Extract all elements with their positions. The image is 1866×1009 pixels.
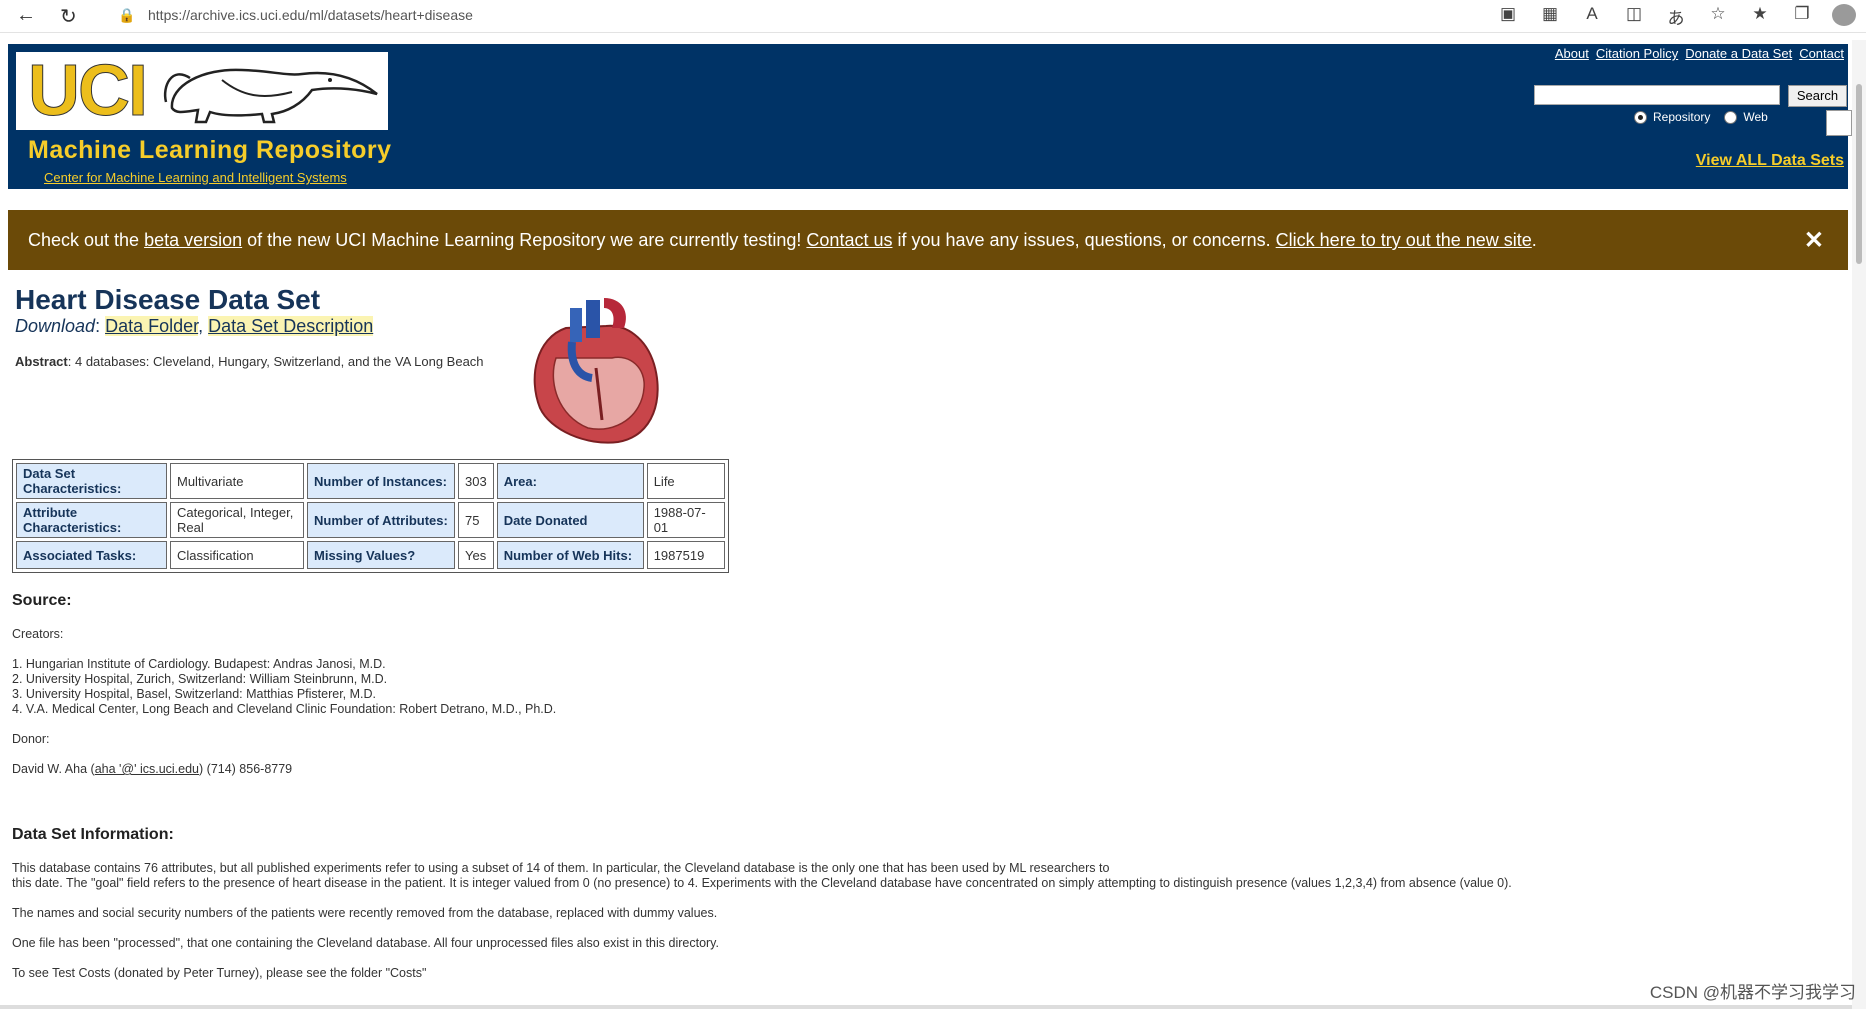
table-value: 303 — [458, 463, 494, 499]
table-value: Classification — [170, 541, 304, 569]
favorites-icon[interactable]: ★ — [1748, 4, 1772, 31]
dataset-characteristics-table: Data Set Characteristics: Multivariate N… — [12, 459, 729, 573]
creator-item: 3. University Hospital, Basel, Switzerla… — [12, 687, 377, 701]
info-paragraph: This database contains 76 attributes, bu… — [12, 861, 1110, 875]
table-value: Categorical, Integer, Real — [170, 502, 304, 538]
abstract-label: Abstract — [15, 354, 68, 369]
table-label: Data Set Characteristics: — [16, 463, 167, 499]
about-link[interactable]: About — [1555, 46, 1589, 61]
source-heading: Source: — [12, 592, 72, 609]
abstract: Abstract: 4 databases: Cleveland, Hungar… — [15, 354, 484, 369]
table-row: Attribute Characteristics: Categorical, … — [16, 502, 725, 538]
banner-text-1: Check out the — [28, 230, 145, 250]
page-title: Heart Disease Data Set — [15, 284, 321, 315]
try-new-site-link[interactable]: Click here to try out the new site — [1276, 230, 1532, 250]
creator-item: 2. University Hospital, Zurich, Switzerl… — [12, 672, 388, 686]
donate-link[interactable]: Donate a Data Set — [1685, 46, 1792, 61]
creator-item: 1. Hungarian Institute of Cardiology. Bu… — [12, 657, 386, 671]
back-icon[interactable]: ← — [16, 4, 36, 27]
donor-name: David W. Aha ( — [12, 762, 95, 776]
scroll-thumb[interactable] — [1856, 84, 1862, 264]
download-sep: : — [95, 316, 106, 336]
banner-text-2: of the new UCI Machine Learning Reposito… — [242, 230, 807, 250]
data-folder-link[interactable]: Data Folder — [105, 316, 199, 336]
donor-email-link[interactable]: aha '@' ics.uci.edu — [95, 762, 199, 776]
url-text[interactable]: https://archive.ics.uci.edu/ml/datasets/… — [148, 7, 473, 23]
data-description-link[interactable]: Data Set Description — [208, 316, 374, 336]
add-favorite-icon[interactable]: ☆ — [1706, 4, 1730, 31]
banner-text: Check out the beta version of the new UC… — [28, 230, 1537, 251]
search-scope: Repository Web — [1634, 110, 1768, 124]
read-aloud-icon[interactable]: A — [1580, 4, 1604, 31]
table-row: Data Set Characteristics: Multivariate N… — [16, 463, 725, 499]
watermark: CSDN @机器不学习我学习 — [1649, 983, 1856, 1002]
table-value: Multivariate — [170, 463, 304, 499]
table-label: Associated Tasks: — [16, 541, 167, 569]
beta-banner: Check out the beta version of the new UC… — [8, 210, 1848, 270]
info-paragraph: One file has been "processed", that one … — [12, 936, 719, 950]
search-button[interactable]: Search — [1788, 85, 1847, 107]
table-label: Attribute Characteristics: — [16, 502, 167, 538]
contact-link[interactable]: Contact — [1799, 46, 1844, 61]
lock-icon: 🔒 — [118, 7, 136, 23]
browser-toolbar: ← ↻ 🔒 https://archive.ics.uci.edu/ml/dat… — [0, 0, 1866, 33]
table-value: Yes — [458, 541, 494, 569]
radio-repository-label: Repository — [1653, 110, 1711, 124]
download-links: Download: Data Folder, Data Set Descript… — [15, 316, 374, 336]
table-value: 75 — [458, 502, 494, 538]
cml-link[interactable]: Center for Machine Learning and Intellig… — [44, 170, 347, 185]
table-label: Area: — [496, 463, 644, 499]
creators-label: Creators: — [12, 627, 64, 641]
close-icon[interactable]: ✕ — [1804, 226, 1824, 255]
info-paragraph: this date. The "goal" field refers to th… — [12, 876, 1512, 890]
profile-avatar[interactable] — [1832, 4, 1856, 31]
translate-icon[interactable]: あ — [1664, 4, 1688, 31]
repository-title: Machine Learning Repository — [28, 136, 392, 164]
horizontal-scrollbar[interactable] — [0, 1005, 1852, 1009]
table-label: Missing Values? — [307, 541, 455, 569]
table-value: 1987519 — [646, 541, 725, 569]
contact-us-link[interactable]: Contact us — [806, 230, 892, 250]
collections-icon[interactable]: ❐ — [1790, 4, 1814, 31]
creator-item: 4. V.A. Medical Center, Long Beach and C… — [12, 702, 557, 716]
uci-logo[interactable]: UCI — [16, 51, 388, 131]
abstract-text: : 4 databases: Cleveland, Hungary, Switz… — [67, 354, 484, 369]
search-input[interactable] — [1534, 85, 1780, 105]
table-label: Number of Web Hits: — [496, 541, 644, 569]
radio-web-label: Web — [1743, 110, 1768, 124]
broken-image-icon[interactable] — [1826, 110, 1852, 136]
immersive-reader-icon[interactable]: ◫ — [1622, 4, 1646, 31]
anteater-icon — [163, 68, 378, 124]
vertical-scrollbar[interactable] — [1852, 40, 1866, 1009]
info-paragraph: The names and social security numbers of… — [12, 906, 718, 920]
table-label: Number of Attributes: — [307, 502, 455, 538]
donor-label: Donor: — [12, 732, 50, 746]
table-row: Associated Tasks: Classification Missing… — [16, 541, 725, 569]
table-label: Number of Instances: — [307, 463, 455, 499]
site-header: UCI Machine Learning Repository Center f… — [8, 44, 1852, 189]
dataset-info-heading: Data Set Information: — [12, 826, 174, 843]
download-label: Download — [15, 316, 96, 336]
reload-icon[interactable]: ↻ — [60, 4, 77, 29]
apps-icon[interactable]: ▦ — [1538, 4, 1562, 31]
banner-text-3: if you have any issues, questions, or co… — [892, 230, 1276, 250]
top-nav: About Citation Policy Donate a Data Set … — [1555, 46, 1844, 61]
reader-view-icon[interactable]: ▣ — [1496, 4, 1520, 31]
radio-repository[interactable] — [1634, 110, 1647, 124]
table-value: Life — [646, 463, 725, 499]
address-bar[interactable]: 🔒 https://archive.ics.uci.edu/ml/dataset… — [110, 3, 1510, 29]
donor-line: David W. Aha (aha '@' ics.uci.edu) (714)… — [12, 762, 292, 777]
info-paragraph: To see Test Costs (donated by Peter Turn… — [12, 966, 427, 980]
citation-policy-link[interactable]: Citation Policy — [1596, 46, 1678, 61]
radio-web[interactable] — [1724, 110, 1738, 124]
browser-actions: ▣ ▦ A ◫ あ ☆ ★ ❐ — [1496, 4, 1856, 31]
table-label: Date Donated — [496, 502, 644, 538]
logo-text: UCI — [28, 51, 149, 131]
table-value: 1988-07-01 — [646, 502, 725, 538]
heart-image — [533, 298, 659, 444]
view-all-datasets-link[interactable]: View ALL Data Sets — [1696, 152, 1844, 170]
banner-text-4: . — [1531, 230, 1537, 250]
beta-version-link[interactable]: beta version — [144, 230, 242, 250]
donor-phone: ) (714) 856-8779 — [199, 762, 293, 776]
